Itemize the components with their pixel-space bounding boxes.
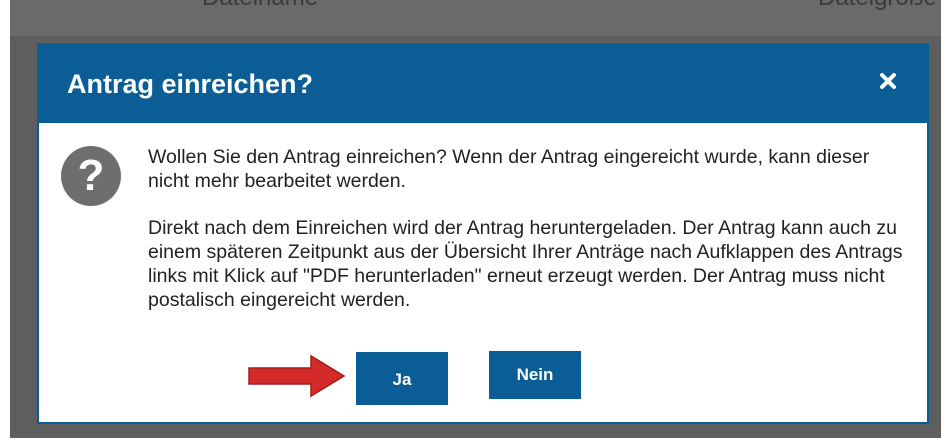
background-table-header: Dateiname Dateigröße xyxy=(10,0,941,36)
column-header-filesize: Dateigröße xyxy=(818,0,937,12)
red-arrow-icon xyxy=(248,354,346,398)
question-circle-icon: ? xyxy=(61,146,121,206)
close-icon xyxy=(880,73,896,89)
svg-text:?: ? xyxy=(78,151,105,200)
message-paragraph-2: Direkt nach dem Einreichen wird der Antr… xyxy=(148,217,903,311)
no-button[interactable]: Nein xyxy=(489,351,581,399)
dialog-body: ? Wollen Sie den Antrag einreichen? Wenn… xyxy=(43,123,923,418)
message-paragraph-1: Wollen Sie den Antrag einreichen? Wenn d… xyxy=(148,146,870,192)
dialog-title: Antrag einreichen? xyxy=(67,69,314,99)
confirm-dialog: Antrag einreichen? ? Wollen Sie den Antr… xyxy=(37,43,929,424)
dialog-message: Wollen Sie den Antrag einreichen? Wenn d… xyxy=(148,145,908,335)
yes-button[interactable]: Ja xyxy=(356,352,448,405)
column-header-filename: Dateiname xyxy=(202,0,318,12)
dialog-header: Antrag einreichen? xyxy=(39,45,927,123)
close-button[interactable] xyxy=(875,68,901,94)
